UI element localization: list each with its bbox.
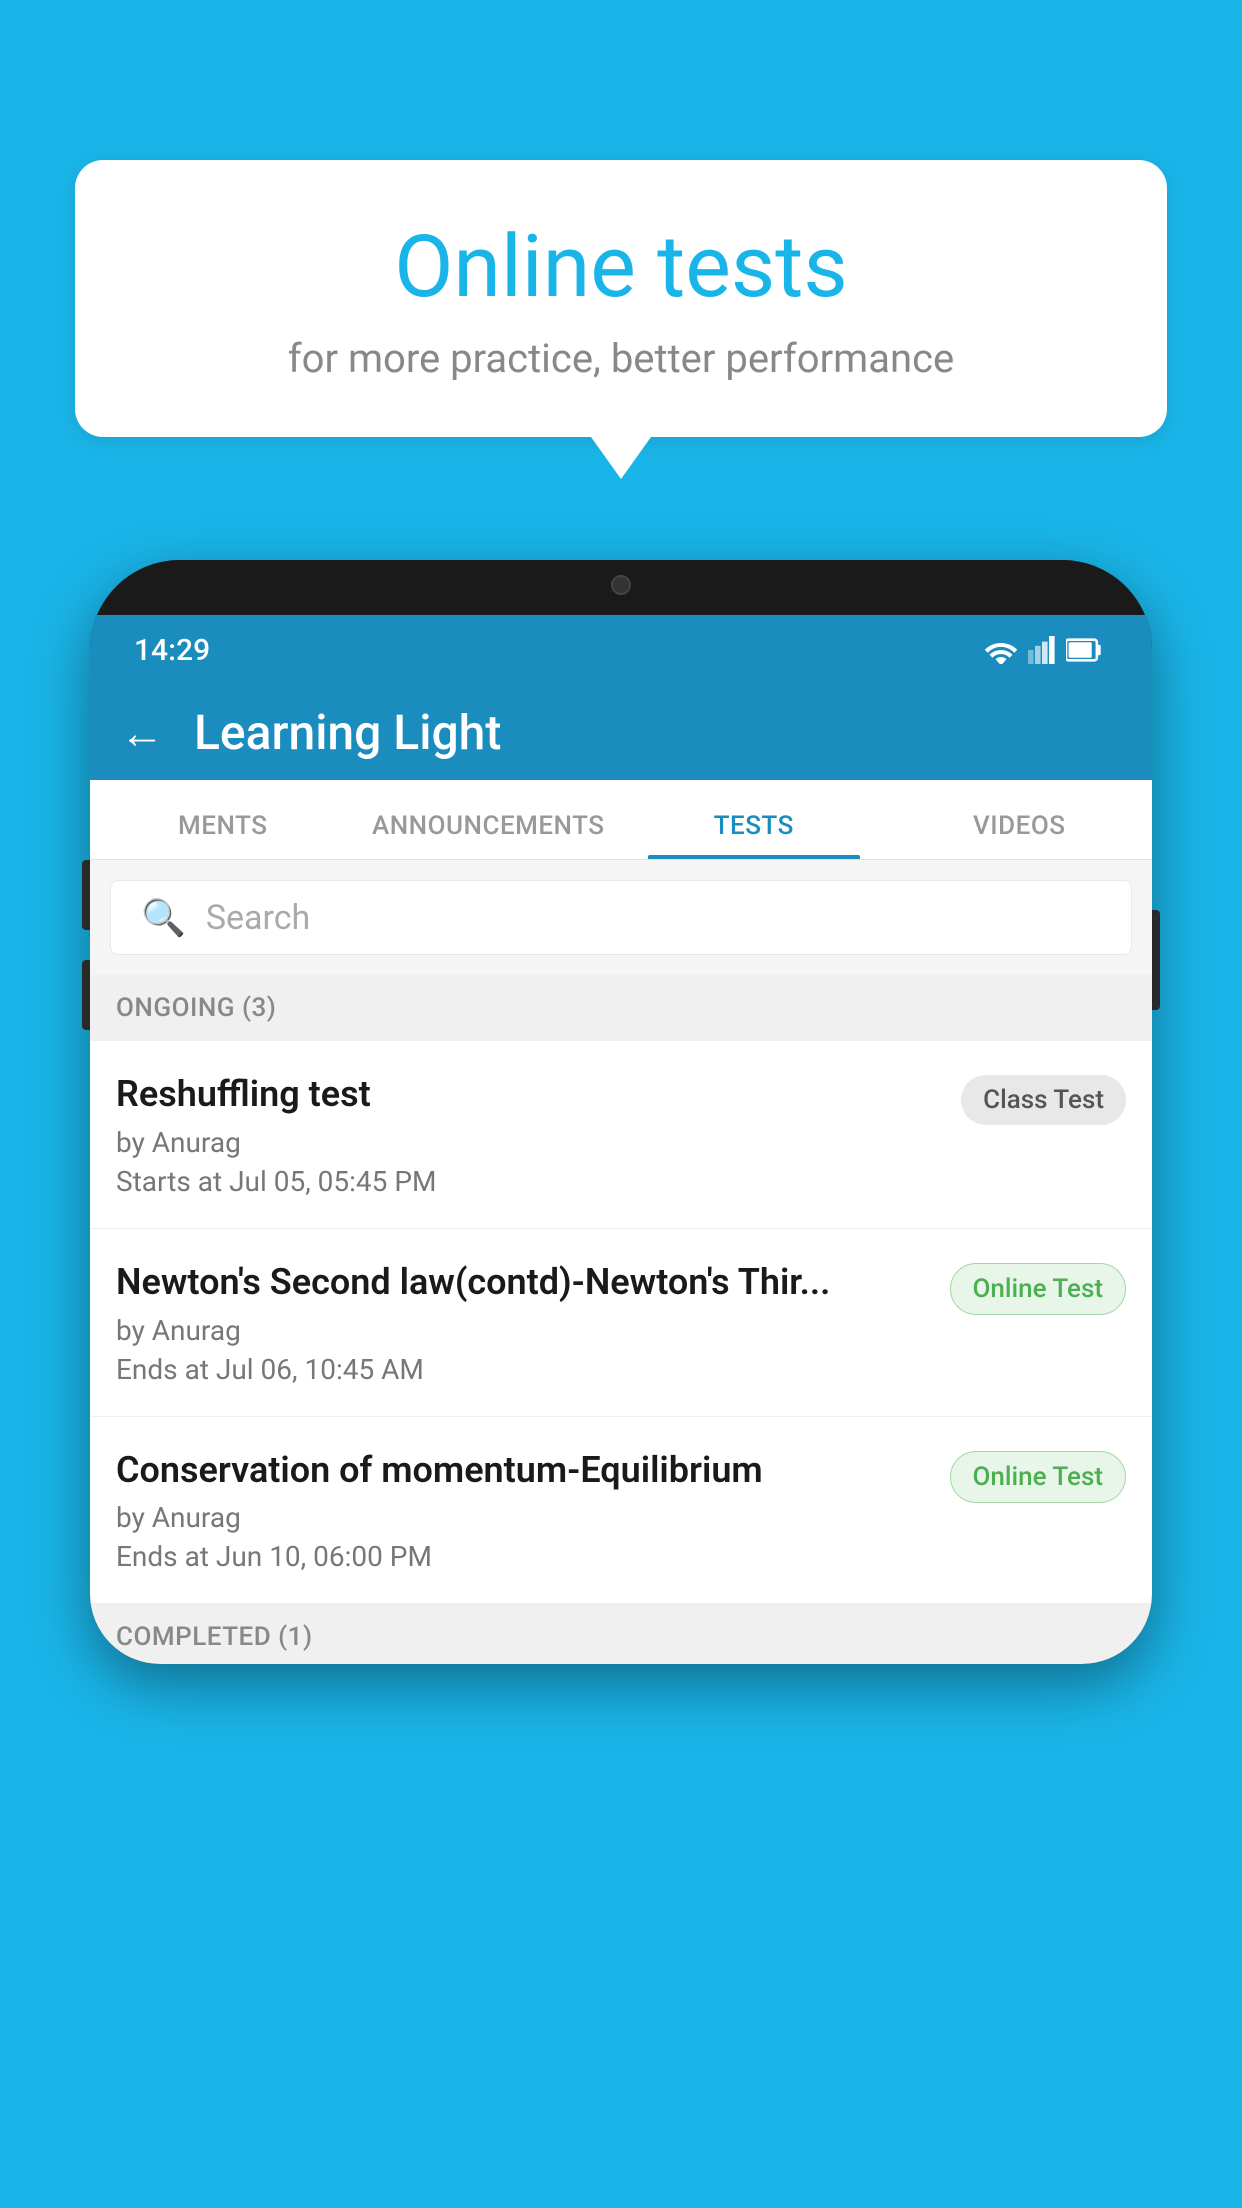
search-bar[interactable]: 🔍 Search: [110, 880, 1132, 955]
test-author: by Anurag: [116, 1501, 930, 1534]
test-date: Starts at Jul 05, 05:45 PM: [116, 1165, 941, 1198]
promo-subtitle: for more practice, better performance: [155, 335, 1087, 382]
test-author: by Anurag: [116, 1126, 941, 1159]
promo-title: Online tests: [155, 220, 1087, 315]
test-info: Newton's Second law(contd)-Newton's Thir…: [116, 1259, 930, 1386]
test-date: Ends at Jul 06, 10:45 AM: [116, 1353, 930, 1386]
test-list: Reshuffling test by Anurag Starts at Jul…: [90, 1041, 1152, 1604]
test-badge: Class Test: [961, 1075, 1126, 1125]
test-name: Conservation of momentum-Equilibrium: [116, 1447, 930, 1494]
tab-videos[interactable]: VIDEOS: [887, 811, 1153, 859]
battery-icon: [1066, 636, 1102, 664]
test-item[interactable]: Reshuffling test by Anurag Starts at Jul…: [90, 1041, 1152, 1229]
tabs-bar: MENTS ANNOUNCEMENTS TESTS VIDEOS: [90, 780, 1152, 860]
test-badge: Online Test: [950, 1451, 1127, 1503]
app-bar: ← Learning Light: [90, 685, 1152, 780]
ongoing-section-header: ONGOING (3): [90, 975, 1152, 1041]
status-bar: 14:29: [90, 615, 1152, 685]
phone-frame: 14:29: [90, 560, 1152, 1664]
test-author: by Anurag: [116, 1314, 930, 1347]
completed-section-title: COMPLETED (1): [116, 1622, 313, 1652]
speech-bubble: Online tests for more practice, better p…: [75, 160, 1167, 437]
signal-icon: [1028, 636, 1056, 664]
phone-top-bezel: [90, 560, 1152, 615]
search-container: 🔍 Search: [90, 860, 1152, 975]
volume-up-button: [82, 860, 90, 930]
wifi-icon: [984, 636, 1018, 664]
promo-section: Online tests for more practice, better p…: [75, 160, 1167, 479]
test-item[interactable]: Conservation of momentum-Equilibrium by …: [90, 1417, 1152, 1605]
tab-ments[interactable]: MENTS: [90, 811, 356, 859]
back-button[interactable]: ←: [120, 707, 164, 759]
tab-tests[interactable]: TESTS: [621, 811, 887, 859]
tab-announcements[interactable]: ANNOUNCEMENTS: [356, 811, 622, 859]
app-bar-title: Learning Light: [194, 704, 501, 761]
speech-bubble-tail: [591, 437, 651, 479]
test-badge: Online Test: [950, 1263, 1127, 1315]
test-name: Reshuffling test: [116, 1071, 941, 1118]
ongoing-section-title: ONGOING (3): [116, 993, 276, 1023]
status-time: 14:29: [134, 633, 210, 668]
front-camera: [611, 575, 631, 595]
test-name: Newton's Second law(contd)-Newton's Thir…: [116, 1259, 930, 1306]
power-button: [1152, 910, 1160, 1010]
search-icon: 🔍: [141, 897, 186, 939]
completed-section-header: COMPLETED (1): [90, 1604, 1152, 1664]
volume-down-button: [82, 960, 90, 1030]
test-date: Ends at Jun 10, 06:00 PM: [116, 1540, 930, 1573]
phone-mockup: 14:29: [90, 560, 1152, 2208]
search-input[interactable]: Search: [206, 898, 310, 938]
test-item[interactable]: Newton's Second law(contd)-Newton's Thir…: [90, 1229, 1152, 1417]
test-info: Reshuffling test by Anurag Starts at Jul…: [116, 1071, 941, 1198]
status-icons: [984, 636, 1102, 664]
test-info: Conservation of momentum-Equilibrium by …: [116, 1447, 930, 1574]
phone-notch: [561, 560, 681, 610]
